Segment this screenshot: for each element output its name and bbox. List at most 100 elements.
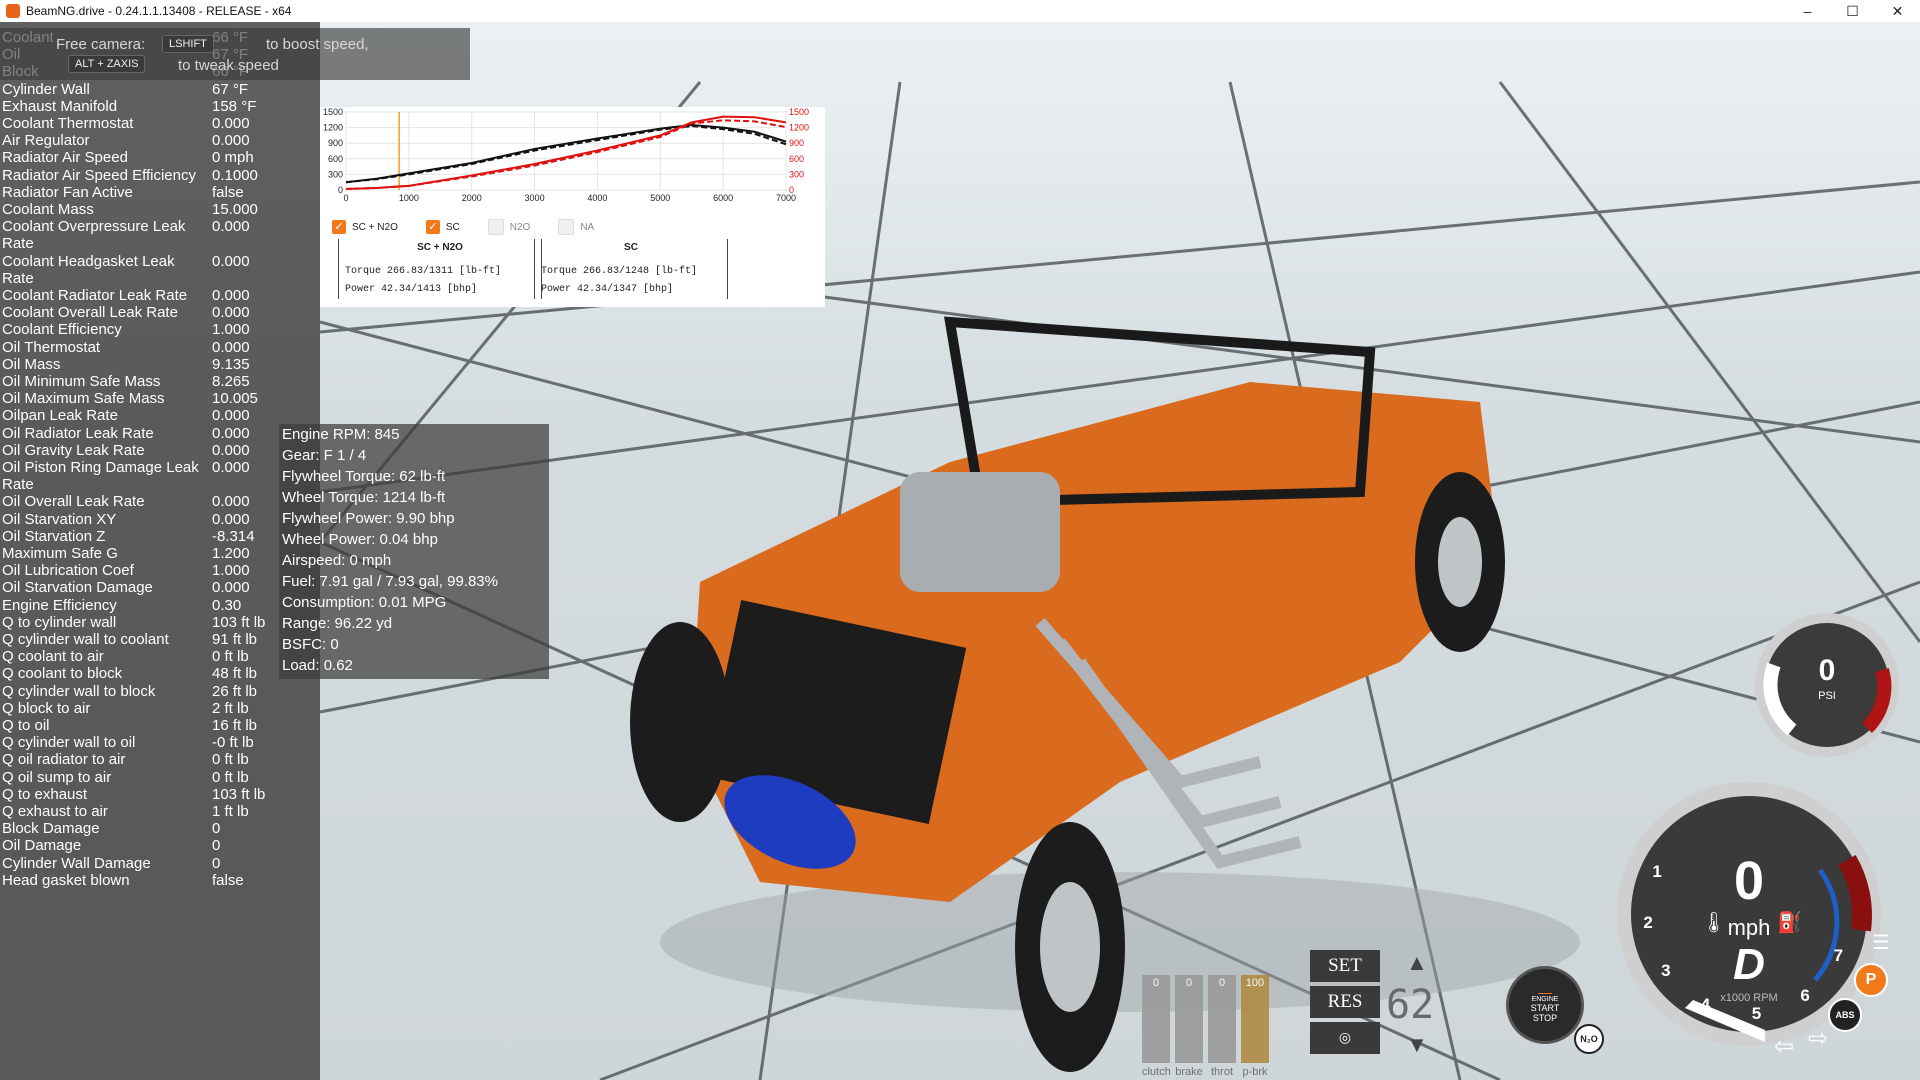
engine-info-line: BSFC: 0: [282, 636, 339, 653]
x-tick-label: 7000: [776, 193, 796, 203]
legend-checkbox[interactable]: [558, 219, 575, 235]
telemetry-label: Cylinder Wall Damage: [2, 854, 151, 872]
window-title: BeamNG.drive - 0.24.1.1.13408 - RELEASE …: [26, 4, 292, 18]
cruise-down-arrow-icon[interactable]: ▼: [1406, 1032, 1428, 1058]
legend-checkbox[interactable]: [487, 219, 504, 235]
speed-value: 0: [1733, 851, 1765, 911]
cruise-control: SET RES ◎ ▲ 62 ▼: [1310, 950, 1465, 1062]
telemetry-value: 0: [212, 820, 221, 838]
telemetry-label: Oil Starvation XY: [2, 510, 117, 528]
close-button[interactable]: ✕: [1875, 0, 1920, 22]
legend-label: N2O: [509, 221, 531, 233]
stats-header: SC: [624, 242, 638, 253]
telemetry-label: Radiator Air Speed Efficiency: [2, 166, 196, 184]
legend-checkbox[interactable]: ✓: [332, 220, 346, 234]
telemetry-label: Coolant Radiator Leak Rate: [2, 287, 188, 304]
telemetry-label: Q to cylinder wall: [2, 613, 117, 631]
telemetry-value: 0.000: [212, 304, 250, 322]
turn-right-icon[interactable]: ⇨: [1808, 1024, 1828, 1053]
engine-info-line: Load: 0.62: [282, 657, 353, 674]
free-camera-hint: Free camera: LSHIFT to boost speed, ALT …: [0, 28, 470, 80]
telemetry-value: 0 ft lb: [212, 751, 249, 769]
telemetry-label: Q block to air: [2, 699, 91, 717]
y-left-tick-label: 900: [328, 138, 343, 148]
cruise-icon: ◎: [1310, 1022, 1380, 1054]
telemetry-label: Radiator Fan Active: [2, 183, 133, 201]
cruise-res-button[interactable]: RES: [1310, 986, 1380, 1018]
parking-brake-indicator-icon: P: [1854, 963, 1888, 997]
camera-hint-text3: to tweak speed: [178, 57, 279, 74]
telemetry-label: Rate: [2, 235, 34, 253]
minimize-button[interactable]: –: [1785, 0, 1830, 22]
telemetry-value: false: [212, 183, 244, 201]
turn-left-icon[interactable]: ⇦: [1774, 1032, 1794, 1061]
telemetry-value: 1 ft lb: [212, 803, 249, 820]
telemetry-value: 0.000: [212, 338, 250, 356]
telemetry-label: Coolant Thermostat: [2, 115, 134, 132]
camera-hint-text2: to boost speed,: [266, 36, 369, 53]
y-left-tick-label: 600: [328, 154, 343, 164]
telemetry-label: Oil Lubrication Coef: [2, 562, 134, 580]
start-stop-led-icon: —: [1538, 983, 1552, 1000]
x-tick-label: 2000: [462, 193, 482, 203]
telemetry-label: Oil Damage: [2, 837, 82, 855]
x-tick-label: 1000: [399, 193, 419, 203]
stats-power: Power 42.34/1413 [bhp]: [345, 284, 478, 295]
legend-checkbox[interactable]: ✓: [425, 220, 440, 234]
telemetry-label: Coolant Headgasket Leak: [2, 252, 175, 270]
telemetry-label: Oil Starvation Damage: [2, 579, 153, 597]
telemetry-label: Oil Minimum Safe Mass: [2, 373, 161, 390]
telemetry-value: -0 ft lb: [212, 734, 254, 752]
telemetry-value: 16 ft lb: [212, 717, 258, 734]
y-right-tick-label: 900: [789, 138, 804, 148]
telemetry-label: Q exhaust to air: [2, 803, 108, 820]
cruise-up-arrow-icon[interactable]: ▲: [1406, 950, 1428, 976]
pedal-label: brake: [1175, 1066, 1203, 1078]
telemetry-label: Air Regulator: [2, 132, 90, 150]
pedal-label: throt: [1210, 1066, 1233, 1078]
telemetry-value: 10.005: [212, 390, 258, 408]
maximize-button[interactable]: ☐: [1830, 0, 1875, 22]
telemetry-value: 0.1000: [212, 166, 258, 184]
telemetry-value: 9.135: [212, 355, 250, 373]
telemetry-value: 0: [212, 837, 221, 855]
engine-info-line: Consumption: 0.01 MPG: [282, 594, 447, 611]
telemetry-label: Q oil sump to air: [2, 768, 112, 786]
legend-label: NA: [580, 221, 595, 233]
telemetry-label: Rate: [2, 269, 34, 287]
engine-thermals-panel: Coolant66 °FOil67 °FBlock66 °FCylinder W…: [0, 22, 320, 1080]
torque-curve-panel: 0 300 600 900 1200 1500 0 300 600 900 1200 1500 0 100…: [320, 107, 825, 307]
telemetry-value: 103 ft lb: [212, 785, 266, 803]
telemetry-value: false: [212, 871, 244, 889]
stats-torque: Torque 266.83/1311 [lb-ft]: [345, 266, 502, 277]
telemetry-label: Q to oil: [2, 717, 50, 734]
abs-indicator-icon: ABS: [1828, 998, 1862, 1032]
y-left-tick-label: 0: [338, 185, 343, 195]
telemetry-label: Oil Mass: [2, 355, 61, 373]
telemetry-label: Engine Efficiency: [2, 596, 117, 614]
legend-label: SC: [445, 221, 460, 233]
engine-start-stop-button[interactable]: — ENGINE START STOP: [1506, 966, 1584, 1044]
engine-info-line: Airspeed: 0 mph: [282, 552, 392, 569]
stats-sc-n2o: SC + N2O Torque 266.83/1311 [lb-ft] Powe…: [338, 239, 542, 299]
telemetry-label: Cylinder Wall: [2, 80, 90, 98]
y-left-tick-label: 300: [328, 169, 343, 179]
telemetry-label: Oil Overall Leak Rate: [2, 493, 145, 511]
engine-info-line: Wheel Torque: 1214 lb-ft: [282, 489, 446, 506]
telemetry-label: Q cylinder wall to coolant: [2, 631, 169, 648]
engine-info-line: Flywheel Torque: 62 lb-ft: [282, 468, 446, 485]
lshift-key-badge: LSHIFT: [162, 35, 214, 53]
stats-sc: SC Torque 266.83/1248 [lb-ft] Power 42.3…: [534, 239, 728, 299]
rpm-tick-label: 5: [1751, 1003, 1762, 1023]
telemetry-label: Exhaust Manifold: [2, 97, 118, 115]
torque-curve-chart: 0300600900120015000300600900120015000 100…: [323, 107, 809, 203]
telemetry-value: 1.000: [212, 321, 250, 339]
pedal-label: clutch: [1142, 1066, 1171, 1078]
pedal-bar: 0 brake: [1175, 975, 1203, 1078]
pedal-bar: 0 clutch: [1142, 975, 1171, 1078]
headlight-icon: ☰: [1872, 932, 1890, 954]
y-right-tick-label: 300: [789, 169, 804, 179]
telemetry-value: 0.000: [212, 287, 250, 304]
plot-area: [345, 111, 787, 191]
cruise-set-button[interactable]: SET: [1310, 950, 1380, 982]
